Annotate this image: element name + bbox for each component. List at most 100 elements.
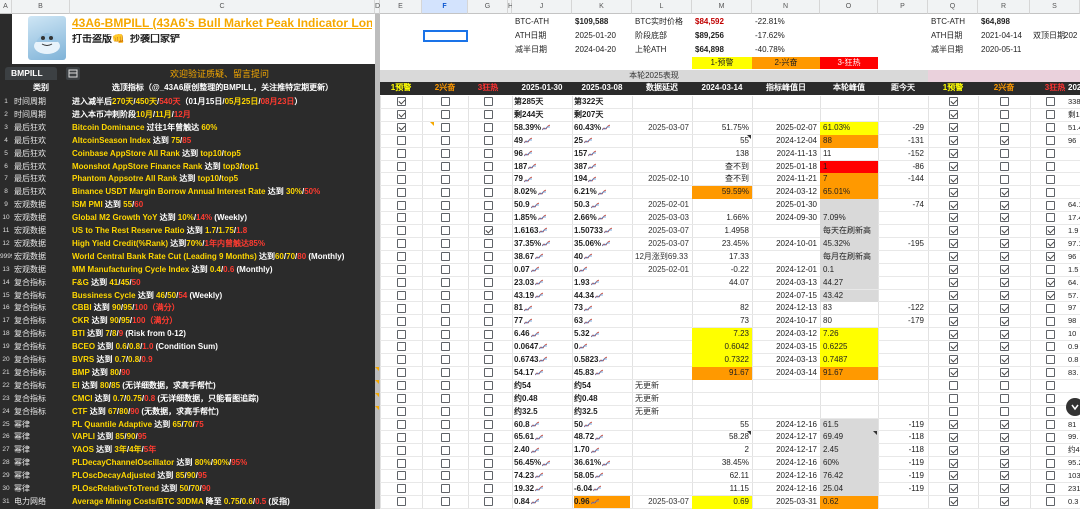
checkbox[interactable] [440, 419, 450, 429]
column-header-r[interactable]: R [978, 0, 1030, 14]
checkbox[interactable] [396, 368, 406, 378]
selected-cell[interactable] [423, 30, 468, 42]
checkbox[interactable] [999, 368, 1009, 378]
checkbox[interactable] [396, 187, 406, 197]
row-number[interactable]: 30 [0, 483, 12, 495]
checkbox[interactable] [1045, 123, 1055, 133]
checkbox[interactable] [440, 355, 450, 365]
checkbox[interactable] [999, 136, 1009, 146]
checkbox[interactable] [948, 252, 958, 262]
checkbox[interactable] [483, 394, 493, 404]
checkbox[interactable] [396, 394, 406, 404]
checkbox[interactable] [1045, 445, 1055, 455]
checkbox[interactable] [999, 148, 1009, 158]
checkbox[interactable] [440, 277, 450, 287]
sheet-tab-bmpill[interactable]: BMPILL [5, 67, 57, 80]
checkbox[interactable] [483, 252, 493, 262]
checkbox[interactable] [483, 458, 493, 468]
checkbox[interactable] [999, 239, 1009, 249]
checkbox[interactable] [999, 394, 1009, 404]
checkbox[interactable] [440, 187, 450, 197]
checkbox[interactable] [396, 110, 406, 120]
checkbox[interactable] [948, 187, 958, 197]
checkbox[interactable] [948, 419, 958, 429]
checkbox[interactable] [948, 110, 958, 120]
comment-marker[interactable] [375, 405, 379, 410]
checkbox[interactable] [948, 226, 958, 236]
checkbox[interactable] [396, 226, 406, 236]
checkbox[interactable] [440, 458, 450, 468]
checkbox[interactable] [999, 97, 1009, 107]
checkbox[interactable] [396, 277, 406, 287]
checkbox[interactable] [1045, 419, 1055, 429]
checkbox[interactable] [1045, 136, 1055, 146]
checkbox[interactable] [1045, 381, 1055, 391]
row-number[interactable]: 3 [0, 122, 12, 134]
checkbox[interactable] [483, 419, 493, 429]
checkbox[interactable] [483, 213, 493, 223]
checkbox[interactable] [483, 239, 493, 249]
checkbox[interactable] [440, 432, 450, 442]
column-header-m[interactable]: M [692, 0, 752, 14]
checkbox[interactable] [440, 226, 450, 236]
checkbox[interactable] [396, 161, 406, 171]
row-number[interactable]: 21 [0, 367, 12, 379]
checkbox[interactable] [948, 123, 958, 133]
checkbox[interactable] [440, 265, 450, 275]
checkbox[interactable] [396, 239, 406, 249]
row-number[interactable]: 27 [0, 444, 12, 456]
checkbox[interactable] [948, 213, 958, 223]
checkbox[interactable] [483, 123, 493, 133]
checkbox[interactable] [396, 303, 406, 313]
column-header-n[interactable]: N [752, 0, 820, 14]
column-header-j[interactable]: J [512, 0, 572, 14]
checkbox[interactable] [999, 471, 1009, 481]
checkbox[interactable] [483, 148, 493, 158]
checkbox[interactable] [396, 419, 406, 429]
floating-button[interactable] [1066, 398, 1080, 416]
checkbox[interactable] [948, 200, 958, 210]
checkbox[interactable] [483, 329, 493, 339]
checkbox[interactable] [1045, 239, 1055, 249]
checkbox[interactable] [483, 187, 493, 197]
checkbox[interactable] [1045, 213, 1055, 223]
checkbox[interactable] [1045, 406, 1055, 416]
row-number[interactable]: 10 [0, 212, 12, 224]
checkbox[interactable] [396, 355, 406, 365]
checkbox[interactable] [948, 316, 958, 326]
checkbox[interactable] [440, 161, 450, 171]
checkbox[interactable] [1045, 265, 1055, 275]
checkbox[interactable] [999, 419, 1009, 429]
note-marker[interactable] [873, 431, 877, 436]
row-number[interactable]: 18 [0, 328, 12, 340]
row-number[interactable]: 23 [0, 393, 12, 405]
checkbox[interactable] [999, 265, 1009, 275]
checkbox[interactable] [948, 277, 958, 287]
row-number[interactable]: 15 [0, 290, 12, 302]
checkbox[interactable] [483, 381, 493, 391]
checkbox[interactable] [396, 290, 406, 300]
checkbox[interactable] [1045, 458, 1055, 468]
checkbox[interactable] [396, 123, 406, 133]
checkbox[interactable] [483, 174, 493, 184]
checkbox[interactable] [440, 123, 450, 133]
checkbox[interactable] [440, 174, 450, 184]
checkbox[interactable] [948, 497, 958, 507]
checkbox[interactable] [1045, 200, 1055, 210]
row-number[interactable]: 1 [0, 96, 12, 108]
checkbox[interactable] [440, 497, 450, 507]
row-number[interactable]: 14 [0, 277, 12, 289]
row-number[interactable]: 9999 [0, 251, 12, 263]
checkbox[interactable] [948, 445, 958, 455]
checkbox[interactable] [999, 200, 1009, 210]
checkbox[interactable] [440, 110, 450, 120]
checkbox[interactable] [999, 355, 1009, 365]
checkbox[interactable] [483, 290, 493, 300]
checkbox[interactable] [396, 471, 406, 481]
checkbox[interactable] [1045, 316, 1055, 326]
checkbox[interactable] [483, 316, 493, 326]
checkbox[interactable] [1045, 471, 1055, 481]
checkbox[interactable] [396, 213, 406, 223]
checkbox[interactable] [396, 148, 406, 158]
checkbox[interactable] [948, 342, 958, 352]
